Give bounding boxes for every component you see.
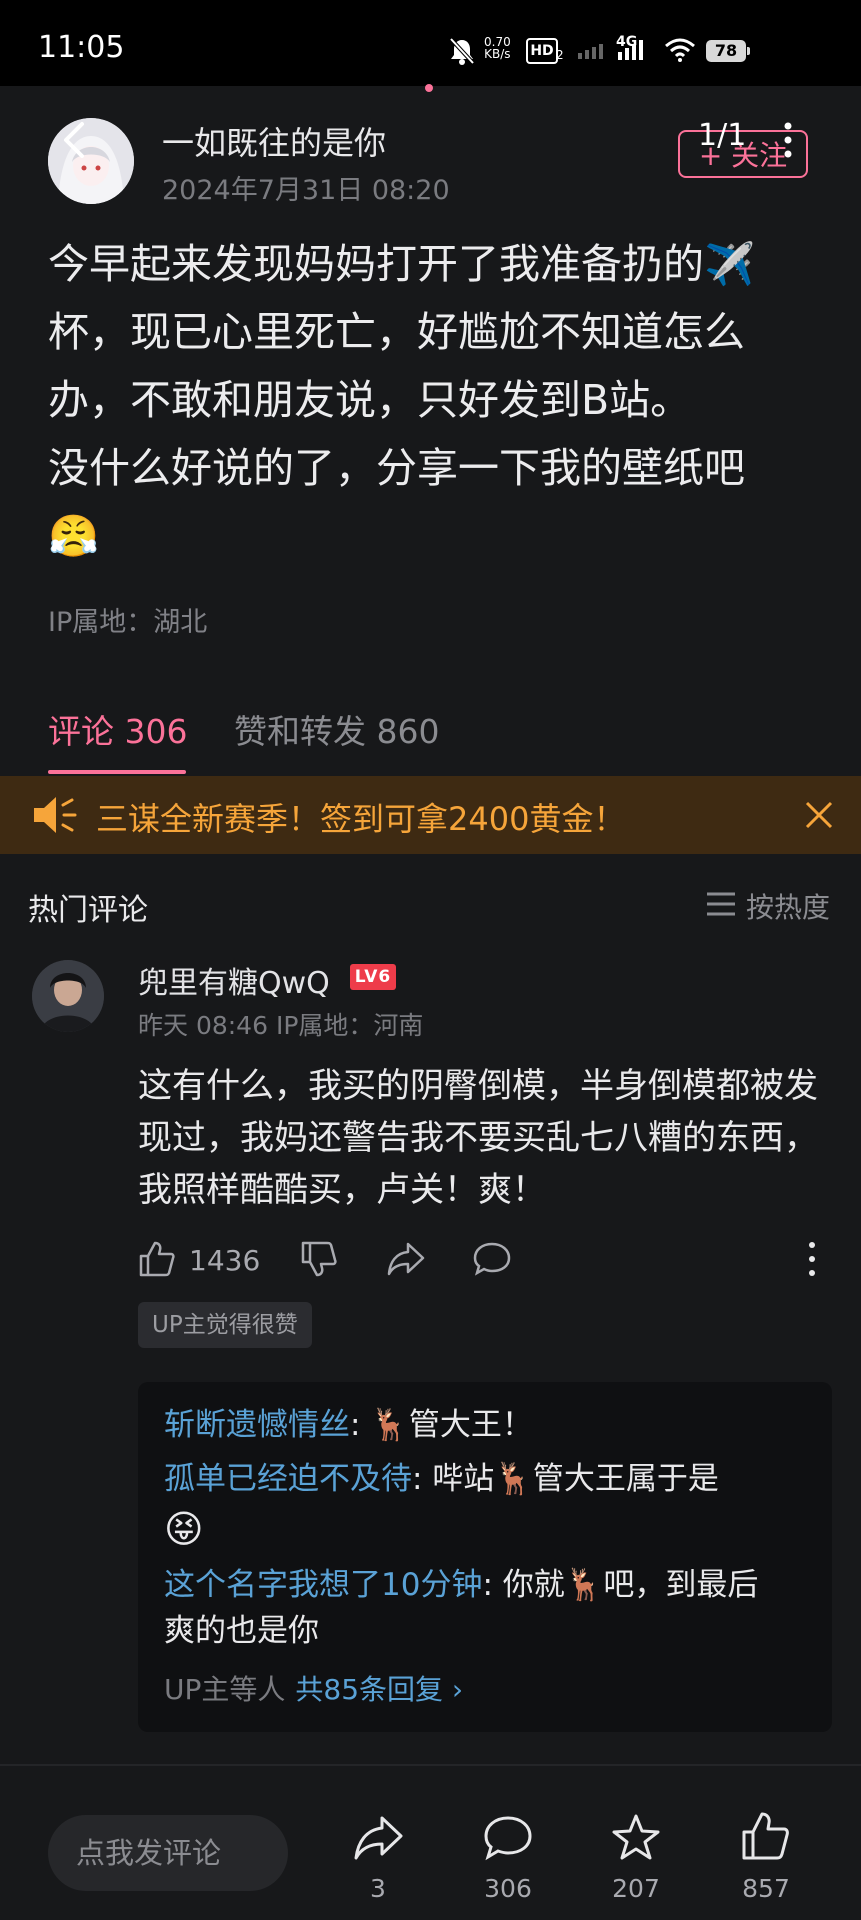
back-arrow-icon[interactable] [56, 120, 96, 160]
commenter-name[interactable]: 兜里有糖QwQ [138, 958, 330, 1002]
wifi-icon [665, 38, 695, 62]
signal-icon [578, 44, 603, 59]
comment-more-icon[interactable] [806, 1240, 818, 1278]
share-icon[interactable] [386, 1240, 426, 1278]
like-count-bottom: 857 [742, 1874, 790, 1903]
thumbs-up-icon[interactable] [740, 1810, 792, 1862]
tab-comments[interactable]: 评论 306 [48, 705, 187, 753]
reply-item: 斩断遗憾情丝: 🦌管大王！ [164, 1402, 814, 1448]
net-speed-unit: KB/s [484, 47, 511, 61]
post-ip-location: IP属地：湖北 [48, 607, 208, 638]
share-icon[interactable] [352, 1812, 404, 1864]
level-badge: LV6 [350, 964, 396, 990]
pager-dot [425, 84, 433, 92]
reply-text: : 你就🦌吧，到最后 [482, 1567, 759, 1603]
comment-text: 这有什么，我买的阴臀倒模，半身倒模都被发现过，我妈还警告我不要买乱七八糟的东西，… [138, 1066, 818, 1210]
hd-icon: HD [526, 38, 558, 64]
comment-icon[interactable] [482, 1812, 534, 1864]
reply-footer: UP主等人 共85条回复 › [164, 1668, 463, 1708]
banner-text: 三谋全新赛季！签到可拿2400黄金！ [96, 800, 626, 838]
reply-text: : 🦌管大王！ [350, 1407, 533, 1443]
commenter-avatar[interactable] [32, 960, 104, 1032]
thumbs-up-icon[interactable] [138, 1240, 176, 1278]
announcement-banner[interactable]: 三谋全新赛季！签到可拿2400黄金！ [0, 776, 861, 854]
net-speed: 0.70 KB/s [484, 36, 511, 60]
sort-icon[interactable] [706, 891, 736, 917]
comment-meta: 昨天 08:46 IP属地：河南 [138, 1011, 424, 1040]
like-count: 1436 [189, 1244, 261, 1277]
comment-count: 306 [484, 1874, 532, 1903]
reply-footer-prefix: UP主等人 [164, 1673, 286, 1706]
comment-input[interactable]: 点我发评论 [48, 1815, 288, 1891]
signal-icon-2 [618, 40, 643, 60]
status-bar: 11:05 0.70 KB/s HD 2 4G 78 [0, 0, 861, 86]
close-icon[interactable] [804, 800, 834, 830]
battery-cap [747, 47, 750, 55]
hot-comments-title: 热门评论 [28, 893, 148, 928]
post-body: 今早起来发现妈妈打开了我准备扔的✈️杯，现已心里死亡，好尴尬不知道怎么办，不敢和… [48, 240, 756, 560]
reply-author[interactable]: 孤单已经迫不及待 [164, 1461, 412, 1497]
sort-by-hot[interactable]: 按热度 [746, 886, 830, 926]
thumbs-down-icon[interactable] [300, 1240, 338, 1278]
reply-author[interactable]: 斩断遗憾情丝 [164, 1407, 350, 1443]
reply-text-continued: 爽的也是你 [164, 1613, 319, 1649]
reply-item: 这个名字我想了10分钟: 你就🦌吧，到最后 [164, 1562, 814, 1608]
mute-bell-icon [449, 37, 475, 65]
page-indicator: 1/1 [698, 118, 747, 153]
more-vertical-icon[interactable] [778, 118, 798, 162]
reply-item: 孤单已经迫不及待: 哔站🦌管大王属于是 [164, 1456, 814, 1502]
post-author-name[interactable]: 一如既往的是你 [162, 118, 386, 164]
reply-preview-box[interactable]: 斩断遗憾情丝: 🦌管大王！ 孤单已经迫不及待: 哔站🦌管大王属于是 😝 这个名字… [138, 1382, 832, 1732]
reply-author[interactable]: 这个名字我想了10分钟 [164, 1567, 482, 1603]
status-time: 11:05 [38, 30, 125, 65]
reply-comment-icon[interactable] [472, 1240, 512, 1278]
divider [0, 1764, 861, 1766]
view-all-replies-link[interactable]: 共85条回复 › [295, 1673, 463, 1706]
hd-sub: 2 [556, 48, 564, 62]
tab-likes-shares[interactable]: 赞和转发 860 [234, 705, 439, 753]
reply-emoji: 😝 [164, 1507, 204, 1551]
speaker-icon [34, 797, 77, 833]
favorite-count: 207 [612, 1874, 660, 1903]
avatar-image [32, 960, 104, 1032]
up-liked-badge: UP主觉得很赞 [138, 1302, 312, 1348]
post-date: 2024年7月31日 08:20 [162, 175, 450, 206]
battery-icon: 78 [706, 40, 746, 62]
share-count: 3 [370, 1874, 386, 1903]
star-icon[interactable] [610, 1812, 662, 1864]
reply-text: : 哔站🦌管大王属于是 [412, 1461, 719, 1497]
tab-active-indicator [48, 770, 186, 774]
